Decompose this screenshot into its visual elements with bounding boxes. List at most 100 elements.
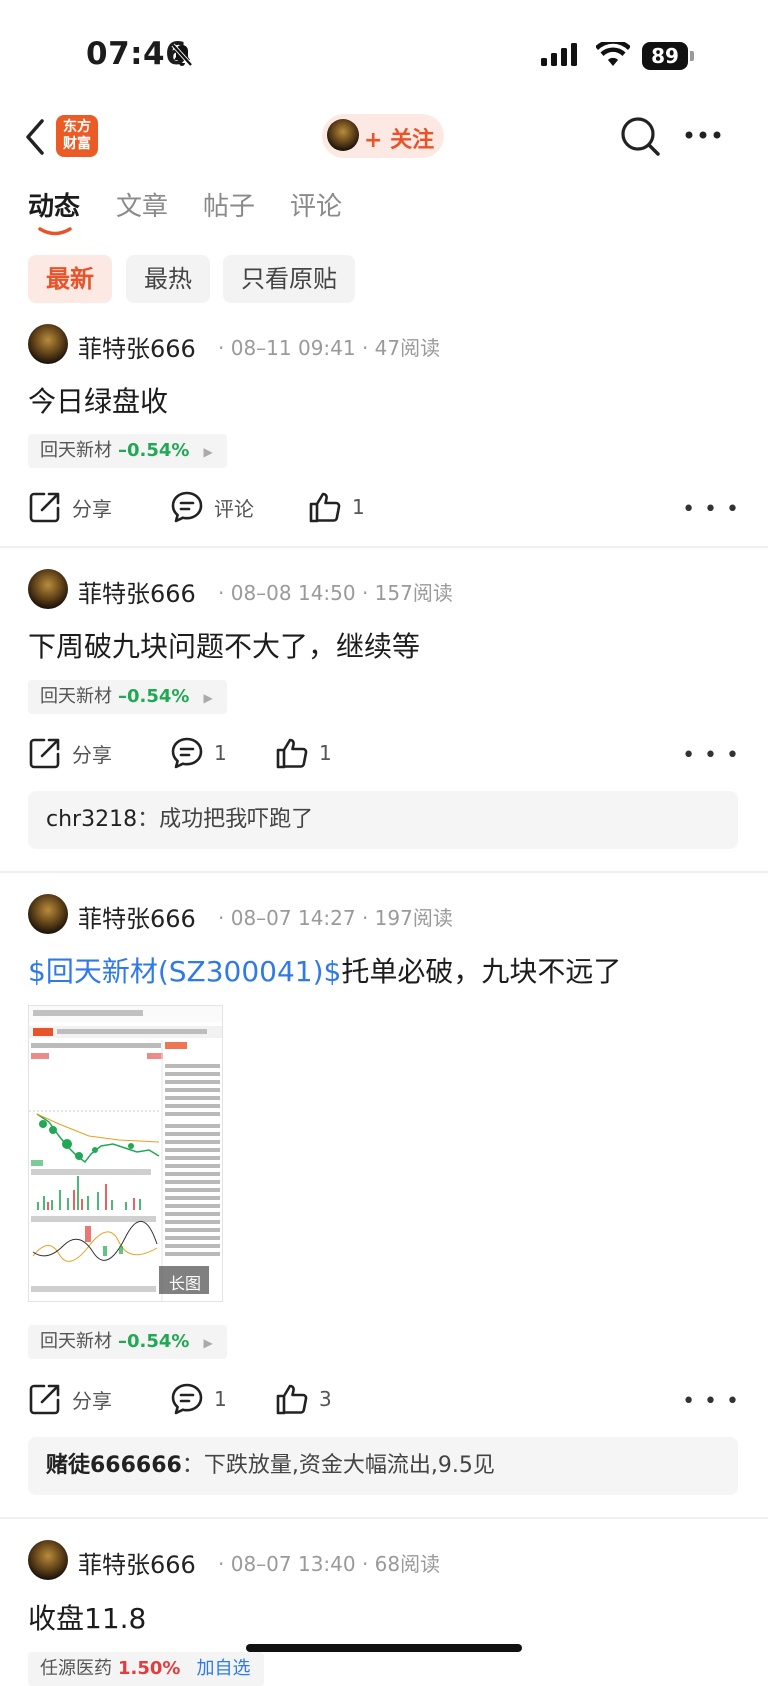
avatar[interactable] [28, 569, 68, 609]
battery-indicator: 89 [642, 42, 688, 70]
stock-change: –0.54% [118, 686, 190, 707]
comment-colon: ： [181, 1453, 204, 1478]
stock-tag[interactable]: 回天新材 –0.54% ▶ [28, 1325, 227, 1359]
more-icon[interactable] [684, 130, 722, 140]
caret-right-icon: ▶ [203, 445, 213, 459]
author-avatar-small [327, 119, 359, 151]
post-text: $回天新材(SZ300041)$托单必破，九块不远了 [28, 950, 621, 990]
comment-user[interactable]: chr3218 [46, 807, 137, 832]
cellular-signal-icon [541, 43, 577, 66]
comment-button[interactable]: 1 [170, 1379, 227, 1419]
filter-latest[interactable]: 最新 [28, 255, 112, 303]
thumbs-up-icon [276, 1384, 308, 1415]
status-bar: 07:46 89 [0, 0, 768, 100]
tab-articles[interactable]: 文章 [116, 186, 168, 223]
stock-tag[interactable]: 回天新材 –0.54% ▶ [28, 434, 227, 468]
author-name[interactable]: 菲特张666 [78, 899, 196, 934]
post-more-icon[interactable]: • • • [682, 497, 740, 522]
author-name[interactable]: 菲特张666 [78, 1545, 196, 1580]
share-button[interactable]: 分享 [28, 487, 112, 527]
stock-chart-image [29, 1006, 222, 1301]
stock-change: –0.54% [118, 1331, 190, 1352]
post-actions: 分享 评论 1 • • • [28, 487, 740, 527]
comment-count: 1 [214, 1387, 227, 1411]
share-icon [29, 738, 60, 769]
post-more-icon[interactable]: • • • [682, 743, 740, 768]
post-meta: · 08–07 14:27 · 197阅读 [218, 906, 453, 930]
comment-text: 成功把我吓跑了 [159, 807, 314, 832]
long-image-badge: 长图 [169, 1274, 202, 1293]
comment-text: 下跌放量,资金大幅流出,9.5见 [203, 1453, 495, 1478]
share-label: 分享 [72, 1388, 112, 1413]
comment-label: 评论 [214, 496, 254, 521]
filter-hot[interactable]: 最热 [126, 255, 210, 303]
post-divider [0, 1517, 768, 1519]
post-header: 菲特张666 · 08–07 13:40 · 68阅读 [28, 1540, 748, 1584]
author-name[interactable]: 菲特张666 [78, 574, 196, 609]
comment-icon [171, 737, 203, 769]
comment-icon [171, 491, 203, 523]
avatar[interactable] [28, 324, 68, 364]
tab-active-indicator [38, 227, 72, 236]
post-meta: · 08–07 13:40 · 68阅读 [218, 1552, 441, 1576]
thumbs-up-icon [276, 738, 308, 769]
comment-icon [171, 1383, 203, 1415]
search-icon[interactable] [620, 116, 662, 158]
tab-dynamics[interactable]: 动态 [28, 186, 80, 223]
like-count: 1 [352, 495, 365, 519]
top-comment[interactable]: chr3218：成功把我吓跑了 [28, 791, 738, 849]
profile-tabs: 动态 文章 帖子 评论 [0, 180, 768, 236]
post-divider [0, 871, 768, 873]
share-button[interactable]: 分享 [28, 733, 112, 773]
stock-tag[interactable]: 回天新材 –0.54% ▶ [28, 680, 227, 714]
author-name[interactable]: 菲特张666 [78, 329, 196, 364]
silent-bell-icon [171, 43, 193, 67]
comment-user[interactable]: 赌徒666666 [46, 1453, 182, 1478]
comment-button[interactable]: 1 [170, 733, 227, 773]
avatar[interactable] [28, 1540, 68, 1580]
comment-colon: ： [137, 807, 160, 832]
stock-name: 回天新材 [40, 1331, 112, 1352]
top-comment[interactable]: 赌徒666666：下跌放量,资金大幅流出,9.5见 [28, 1437, 738, 1495]
avatar[interactable] [28, 894, 68, 934]
post-header: 菲特张666 · 08–11 09:41 · 47阅读 [28, 324, 748, 368]
post-text[interactable]: 今日绿盘收 [28, 380, 168, 420]
comment-count: 1 [214, 741, 227, 765]
like-count: 1 [319, 741, 332, 765]
like-button[interactable]: 1 [308, 487, 365, 527]
tab-comments[interactable]: 评论 [290, 186, 342, 223]
like-button[interactable]: 1 [275, 733, 332, 773]
post-meta: · 08–08 14:50 · 157阅读 [218, 581, 453, 605]
share-label: 分享 [72, 742, 112, 767]
caret-right-icon: ▶ [203, 1336, 213, 1350]
thumbs-up-icon [309, 492, 341, 523]
caret-right-icon: ▶ [203, 691, 213, 705]
post-body: 托单必破，九块不远了 [341, 955, 622, 988]
stock-name: 回天新材 [40, 440, 112, 461]
post-text[interactable]: 收盘11.8 [28, 1597, 146, 1637]
share-button[interactable]: 分享 [28, 1379, 112, 1419]
post-image-thumbnail[interactable]: 长图 [28, 1005, 223, 1302]
stock-tag[interactable]: 任源医药 1.50% 加自选 [28, 1652, 265, 1686]
like-button[interactable]: 3 [275, 1379, 332, 1419]
home-indicator [246, 1644, 522, 1652]
filter-original-only[interactable]: 只看原贴 [223, 255, 355, 303]
stock-link[interactable]: $回天新材(SZ300041)$ [28, 955, 341, 988]
chevron-left-icon[interactable] [24, 118, 46, 156]
post-text[interactable]: 下周破九块问题不大了，继续等 [28, 625, 420, 665]
share-icon [29, 1384, 60, 1415]
battery-cap [690, 51, 694, 61]
stock-name: 回天新材 [40, 686, 112, 707]
brand-logo[interactable]: 东方 财富 [56, 115, 98, 157]
comment-button[interactable]: 评论 [170, 487, 254, 527]
like-count: 3 [319, 1387, 332, 1411]
share-icon [29, 492, 60, 523]
follow-button[interactable]: + 关注 [322, 114, 444, 158]
post-more-icon[interactable]: • • • [682, 1389, 740, 1414]
stock-change: –0.54% [118, 440, 190, 461]
top-bar: 东方 财富 + 关注 [0, 100, 768, 180]
share-label: 分享 [72, 496, 112, 521]
follow-label: + 关注 [364, 128, 435, 153]
tab-posts[interactable]: 帖子 [203, 186, 255, 223]
wifi-icon [596, 42, 630, 66]
